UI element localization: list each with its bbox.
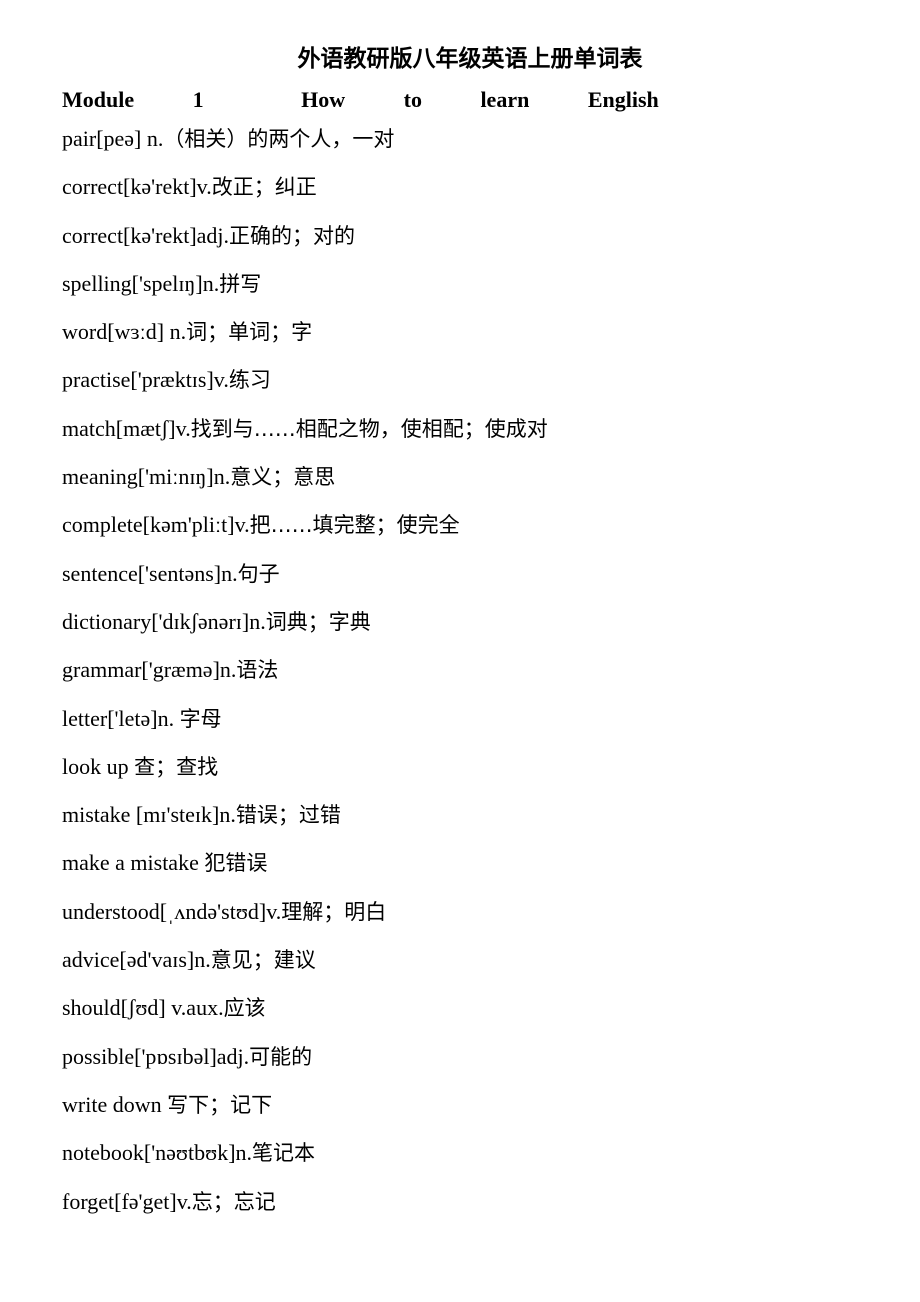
vocab-chinese: 正确的；对的 — [229, 223, 356, 248]
vocab-english: letter['letə]n. — [62, 705, 180, 731]
vocab-entry: complete[kəm'pliːt]v.把……填完整；使完全 — [62, 510, 548, 558]
vocab-english: understood[ˌʌndə'stʊd]v. — [62, 898, 282, 924]
vocab-english: write down — [62, 1091, 168, 1117]
vocab-entry: correct[kə'rekt]v.改正；纠正 — [62, 172, 548, 220]
vocab-entry: letter['letə]n. 字母 — [62, 704, 548, 752]
vocab-entry: pair[peə] n.（相关）的两个人，一对 — [62, 124, 548, 172]
vocab-entry: spelling['spelɪŋ]n.拼写 — [62, 269, 548, 317]
vocab-english: mistake [mɪ'steɪk]n. — [62, 802, 236, 828]
vocab-entry: grammar['græmə]n.语法 — [62, 655, 548, 703]
vocab-english: make a mistake — [62, 850, 205, 876]
vocab-entry: practise['præktɪs]v.练习 — [62, 365, 548, 413]
vocab-english: correct[kə'rekt]adj. — [62, 222, 230, 248]
vocab-chinese: 理解；明白 — [281, 899, 387, 924]
vocab-english: match[mætʃ]v. — [62, 415, 191, 441]
vocab-entry: meaning['miːnɪŋ]n.意义；意思 — [62, 462, 548, 510]
vocab-entry: dictionary['dɪkʃənərɪ]n.词典；字典 — [62, 607, 548, 655]
vocab-chinese: 把……填完整；使完全 — [249, 513, 460, 538]
vocab-entry: advice[əd'vaɪs]n.意见；建议 — [62, 945, 548, 993]
vocab-english: notebook['nəʊtbʊk]n. — [62, 1140, 253, 1166]
vocab-chinese: 查；查找 — [134, 754, 219, 779]
vocab-entry: make a mistake 犯错误 — [62, 848, 548, 896]
vocab-chinese: 找到与……相配之物，使相配；使成对 — [190, 416, 548, 441]
vocab-chinese: 忘；忘记 — [191, 1189, 276, 1214]
vocab-chinese: 练习 — [228, 368, 271, 393]
vocab-chinese: 错误；过错 — [235, 803, 341, 828]
vocab-chinese: 意义；意思 — [230, 465, 336, 490]
vocab-entry: forget[fə'get]v.忘；忘记 — [62, 1187, 548, 1235]
vocab-chinese: 字母 — [179, 706, 222, 731]
vocab-english: word[wɜːd] n. — [62, 319, 187, 345]
vocab-entry: sentence['sentəns]n.句子 — [62, 559, 548, 607]
vocab-chinese: 拼写 — [219, 271, 262, 296]
vocab-chinese: 写下；记下 — [167, 1092, 273, 1117]
vocab-entry: understood[ˌʌndə'stʊd]v.理解；明白 — [62, 897, 548, 945]
vocab-entry: write down 写下；记下 — [62, 1090, 548, 1138]
vocab-chinese: （相关）的两个人，一对 — [163, 127, 395, 151]
vocab-english: possible['pɒsɪbəl]adj. — [62, 1043, 250, 1069]
vocab-entry: mistake [mɪ'steɪk]n.错误；过错 — [62, 800, 548, 848]
vocab-english: advice[əd'vaɪs]n. — [62, 947, 211, 973]
vocab-english: pair[peə] n. — [62, 126, 164, 151]
vocab-chinese: 犯错误 — [204, 851, 268, 876]
vocab-english: should[ʃʊd] v.aux. — [62, 995, 224, 1021]
vocab-english: practise['præktɪs]v. — [62, 367, 229, 393]
vocab-entry: look up 查；查找 — [62, 752, 548, 800]
vocab-chinese: 词典；字典 — [265, 609, 371, 634]
vocab-entry: possible['pɒsɪbəl]adj.可能的 — [62, 1042, 548, 1090]
module-heading: Module 1 How to learn English — [62, 87, 659, 112]
vocab-chinese: 意见；建议 — [210, 948, 316, 973]
vocab-entry: notebook['nəʊtbʊk]n.笔记本 — [62, 1138, 548, 1186]
vocab-english: look up — [62, 753, 135, 779]
vocab-chinese: 句子 — [237, 561, 280, 586]
vocab-entry: word[wɜːd] n.词；单词；字 — [62, 317, 548, 365]
vocab-chinese: 应该 — [223, 996, 266, 1021]
vocab-english: forget[fə'get]v. — [62, 1188, 192, 1214]
vocab-english: grammar['græmə]n. — [62, 657, 237, 683]
vocab-english: complete[kəm'pliːt]v. — [62, 512, 250, 538]
vocab-english: correct[kə'rekt]v. — [62, 174, 212, 200]
vocab-chinese: 词；单词；字 — [186, 320, 313, 345]
vocab-entry: should[ʃʊd] v.aux.应该 — [62, 993, 548, 1041]
vocab-entry: match[mætʃ]v.找到与……相配之物，使相配；使成对 — [62, 414, 548, 462]
vocab-entry: correct[kə'rekt]adj.正确的；对的 — [62, 221, 548, 269]
vocab-chinese: 可能的 — [249, 1044, 313, 1069]
vocab-english: spelling['spelɪŋ]n. — [62, 270, 220, 296]
document-page: 外语教研版八年级英语上册单词表 Module 1 How to learn En… — [0, 0, 920, 1302]
vocab-english: meaning['miːnɪŋ]n. — [62, 464, 231, 490]
vocab-chinese: 语法 — [236, 658, 279, 683]
vocab-english: dictionary['dɪkʃənərɪ]n. — [62, 608, 266, 634]
vocabulary-list: pair[peə] n.（相关）的两个人，一对 correct[kə'rekt]… — [62, 124, 548, 1235]
document-title: 外语教研版八年级英语上册单词表 — [297, 46, 643, 72]
vocab-chinese: 笔记本 — [252, 1141, 316, 1166]
vocab-chinese: 改正；纠正 — [211, 175, 317, 200]
vocab-english: sentence['sentəns]n. — [62, 560, 238, 586]
